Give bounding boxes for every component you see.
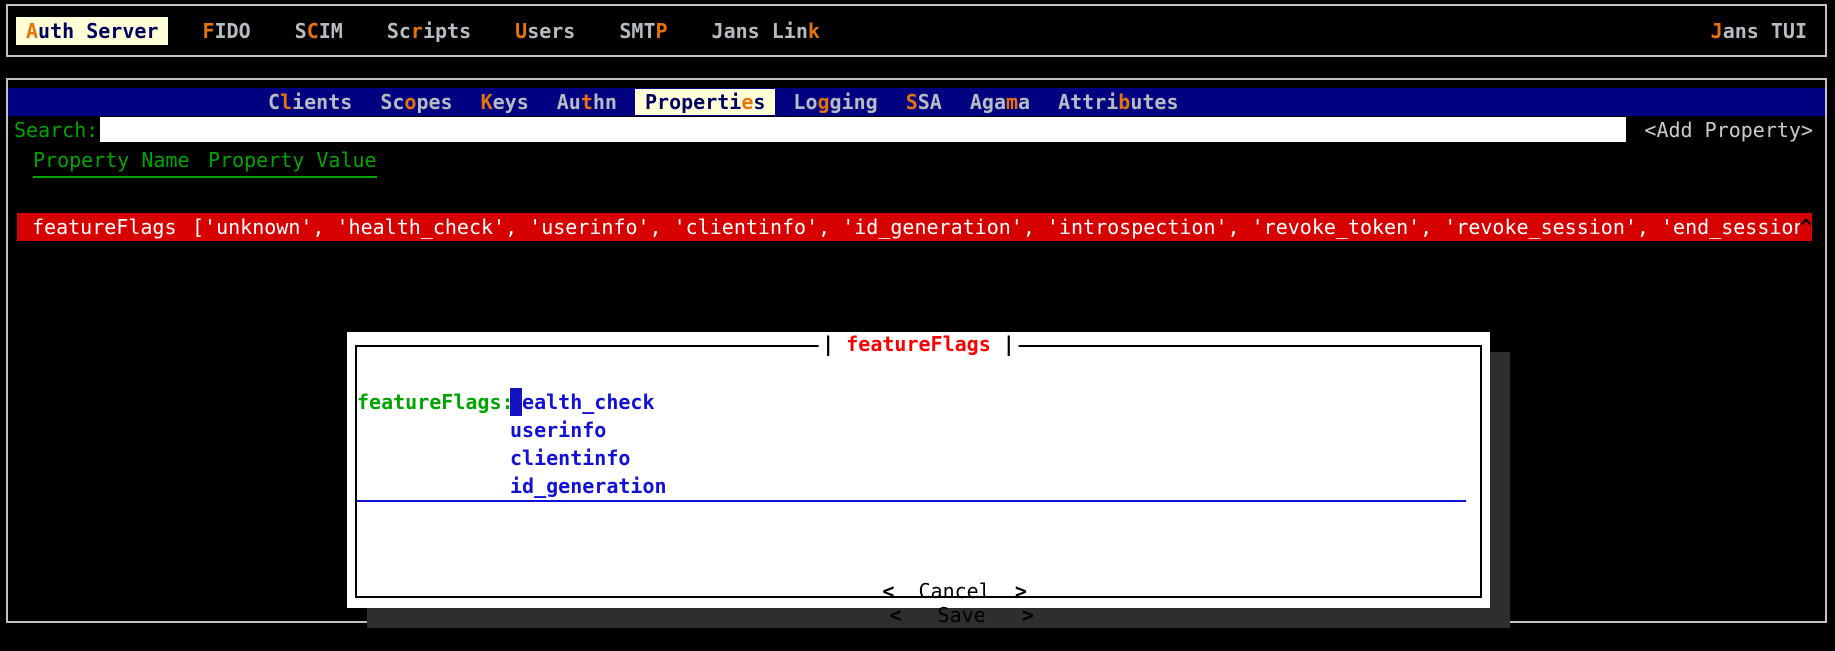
text-cursor: h — [510, 388, 522, 416]
field-label: featureFlags: — [357, 388, 510, 416]
search-label: Search: — [8, 118, 98, 142]
section-tab-bar: Clients Scopes Keys Authn Properties Log… — [8, 88, 1825, 116]
menu-item-jans-tui[interactable]: Jans TUI — [1701, 17, 1817, 45]
dialog-border-box: | featureFlags | featureFlags:health_che… — [355, 345, 1482, 598]
table-row-featureflags[interactable]: featureFlags ['unknown', 'health_check',… — [17, 213, 1812, 241]
tab-logging[interactable]: Logging — [783, 89, 887, 115]
flag-value-2: userinfo — [510, 416, 606, 444]
top-menu-bar: Auth Server FIDO SCIM Scripts Users SMTP… — [6, 4, 1827, 57]
left-angle-bracket: < — [882, 579, 894, 603]
flag-value-row[interactable]: userinfo — [357, 416, 1480, 444]
add-property-button[interactable]: <Add Property> — [1626, 118, 1825, 142]
menu-item-fido[interactable]: FIDO — [192, 17, 260, 45]
row-property-value: ['unknown', 'health_check', 'userinfo', … — [192, 215, 1800, 239]
flag-value-3: clientinfo — [510, 444, 630, 472]
tab-scopes[interactable]: Scopes — [370, 89, 462, 115]
right-angle-bracket: > — [1022, 603, 1034, 627]
featureflags-dialog: | featureFlags | featureFlags:health_che… — [347, 332, 1490, 608]
tab-keys[interactable]: Keys — [471, 89, 539, 115]
flag-value-1: ealth_check — [522, 388, 654, 416]
menu-item-jans-link[interactable]: Jans Link — [702, 17, 830, 45]
menu-item-scim[interactable]: SCIM — [285, 17, 353, 45]
tab-properties[interactable]: Properties — [635, 89, 775, 115]
search-row: Search: <Add Property> — [8, 116, 1825, 143]
row-overflow-indicator: ^ — [1800, 215, 1812, 239]
dialog-title: | featureFlags | — [818, 332, 1019, 356]
search-input[interactable] — [100, 117, 1626, 142]
tab-authn[interactable]: Authn — [547, 89, 627, 115]
tab-agama[interactable]: Agama — [960, 89, 1040, 115]
tab-ssa[interactable]: SSA — [896, 89, 952, 115]
feature-flags-field-row[interactable]: featureFlags:health_check — [357, 388, 1480, 416]
column-header-property-value: Property Value — [208, 148, 377, 172]
flag-value-4: id_generation — [510, 472, 667, 500]
menu-item-smtp[interactable]: SMTP — [609, 17, 677, 45]
left-angle-bracket: < — [889, 603, 901, 627]
cancel-button[interactable]: < Cancel > — [882, 579, 1027, 603]
tab-clients[interactable]: Clients — [258, 89, 362, 115]
menu-item-users[interactable]: Users — [505, 17, 585, 45]
menu-item-auth-server[interactable]: Auth Server — [16, 17, 168, 45]
column-header-property-name: Property Name — [33, 148, 208, 172]
menu-item-scripts[interactable]: Scripts — [377, 17, 481, 45]
row-property-name: featureFlags — [17, 215, 192, 239]
tab-attributes[interactable]: Attributes — [1048, 89, 1188, 115]
dialog-content: featureFlags:health_check userinfo clien… — [357, 347, 1480, 502]
table-column-headers: Property Name Property Value — [33, 148, 377, 178]
right-angle-bracket: > — [1015, 579, 1027, 603]
flag-value-row[interactable]: id_generation — [357, 472, 1466, 502]
flag-value-row[interactable]: clientinfo — [357, 444, 1480, 472]
dialog-button-row: < Cancel > < Save > — [357, 555, 1480, 651]
save-button[interactable]: < Save > — [889, 603, 1034, 627]
